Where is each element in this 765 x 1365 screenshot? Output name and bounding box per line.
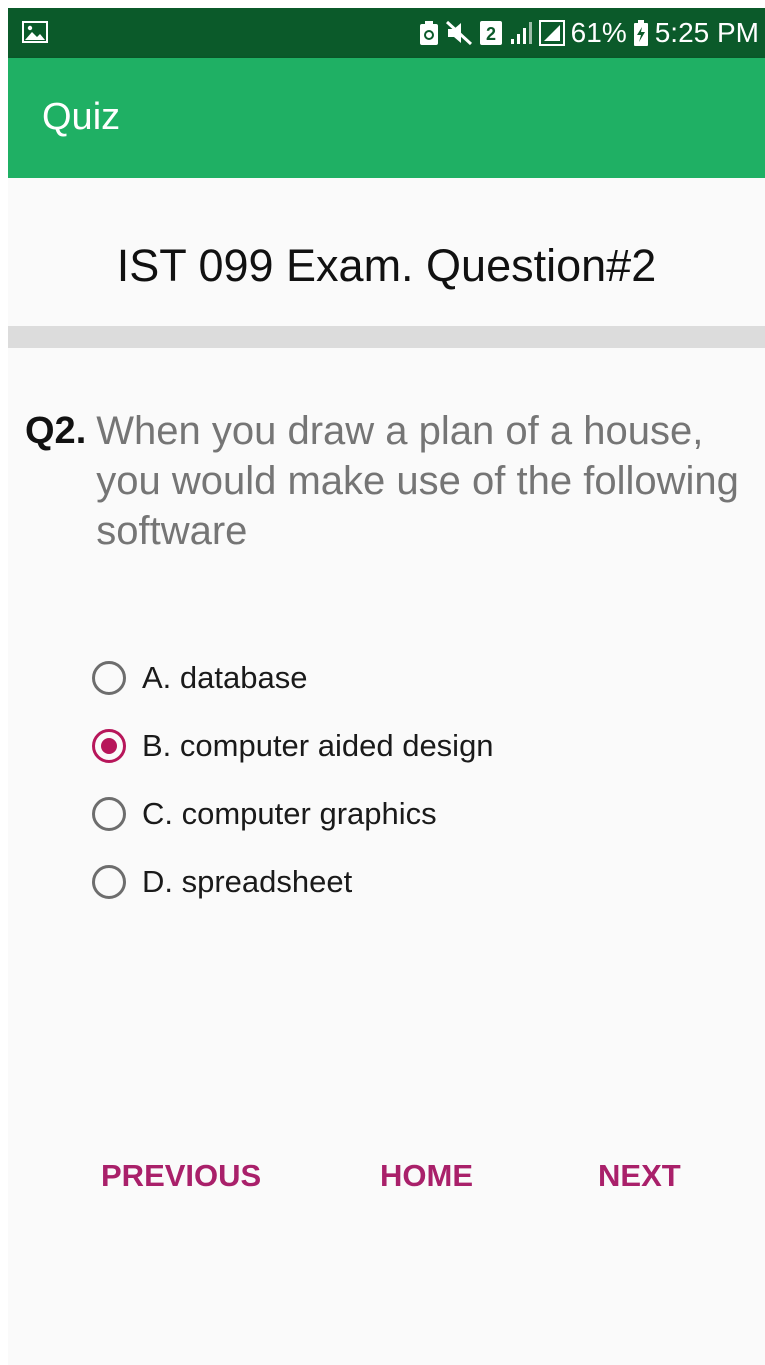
- option-d[interactable]: D. spreadsheet: [92, 848, 494, 916]
- radio-button-c[interactable]: [92, 797, 126, 831]
- divider: [8, 326, 765, 348]
- option-label: A. database: [142, 660, 308, 695]
- mute-icon: [445, 20, 473, 46]
- clock: 5:25 PM: [654, 17, 759, 48]
- sim-badge: 2: [486, 24, 496, 44]
- exam-header: IST 099 Exam. Question#2: [8, 178, 765, 326]
- radio-button-d[interactable]: [92, 865, 126, 899]
- sim-2-icon: 2: [479, 20, 503, 46]
- home-button[interactable]: HOME: [380, 1158, 473, 1194]
- question-number: Q2.: [25, 410, 87, 452]
- signal-box-icon: [538, 20, 565, 46]
- signal-icon: [509, 21, 533, 45]
- question-text: When you draw a plan of a house, you wou…: [96, 409, 739, 553]
- screen: 2 61% 5:25 PM Quiz IST 099 Exam. Questio…: [8, 8, 765, 1365]
- app-bar: Quiz: [8, 58, 765, 178]
- app-title: Quiz: [42, 96, 121, 138]
- answer-options: A. database B. computer aided design C. …: [92, 644, 494, 916]
- previous-button[interactable]: PREVIOUS: [101, 1158, 261, 1194]
- status-bar: 2 61% 5:25 PM: [8, 8, 765, 58]
- navigation-bar: PREVIOUS HOME NEXT: [8, 1158, 765, 1218]
- option-label: B. computer aided design: [142, 728, 494, 763]
- option-a[interactable]: A. database: [92, 644, 494, 712]
- image-icon: [22, 21, 48, 48]
- next-button[interactable]: NEXT: [598, 1158, 681, 1194]
- battery-charging-icon: [633, 20, 649, 46]
- radio-button-b[interactable]: [92, 729, 126, 763]
- battery-percent: 61%: [570, 17, 627, 48]
- exam-title: IST 099 Exam. Question#2: [116, 240, 657, 291]
- option-b[interactable]: B. computer aided design: [92, 712, 494, 780]
- option-label: D. spreadsheet: [142, 864, 353, 899]
- question: Q2. When you draw a plan of a house, you…: [25, 406, 755, 556]
- option-label: C. computer graphics: [142, 796, 437, 831]
- option-c[interactable]: C. computer graphics: [92, 780, 494, 848]
- radio-button-a[interactable]: [92, 661, 126, 695]
- recycle-battery-icon: [419, 21, 439, 45]
